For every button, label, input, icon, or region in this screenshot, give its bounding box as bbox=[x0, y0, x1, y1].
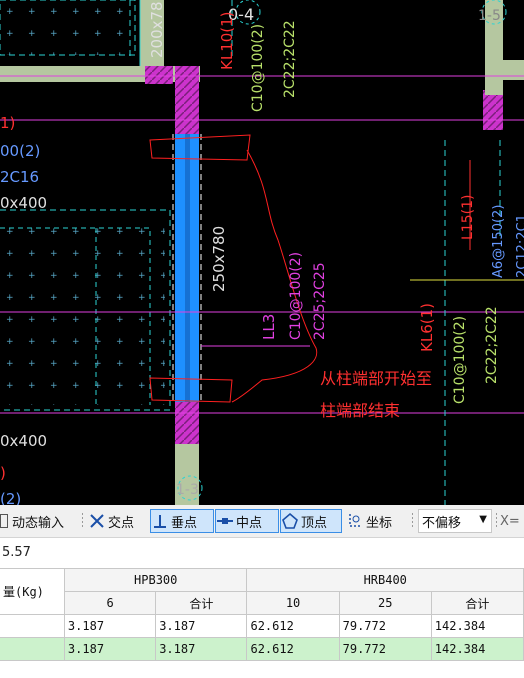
snap-midpoint-button[interactable]: 中点 bbox=[215, 509, 279, 533]
intersection-label: 交点 bbox=[108, 515, 135, 531]
table-header-row-1: 量(Kg) HPB300 HRB400 bbox=[0, 568, 524, 615]
label-kl6-stirrup: C10@100(2) bbox=[452, 316, 468, 404]
table-cell[interactable]: 79.772 bbox=[338, 614, 432, 638]
dynamic-input-icon bbox=[0, 514, 8, 528]
table-cell[interactable]: 142.384 bbox=[430, 637, 524, 661]
sub-header: 合计 bbox=[430, 591, 524, 615]
label-ll3-bars: 2C25;2C25 bbox=[312, 262, 328, 340]
label-column-top: 200x78 bbox=[148, 1, 166, 58]
chevron-down-icon: ▼ bbox=[479, 514, 487, 525]
offset-select[interactable]: 不偏移 ▼ bbox=[418, 509, 492, 533]
markup-curve bbox=[231, 149, 318, 403]
table-cell[interactable]: 3.187 bbox=[63, 637, 157, 661]
label-ll3-stirrup: C10@100(2) bbox=[288, 252, 304, 340]
label-left-1: 1) bbox=[0, 114, 15, 132]
label-left-5: 0x400 bbox=[0, 432, 47, 450]
label-kl6: KL6(1) bbox=[418, 303, 436, 352]
label-ll3: LL3 bbox=[260, 314, 278, 340]
table-cell[interactable]: 142.384 bbox=[430, 614, 524, 638]
table-row-selected[interactable]: 3.187 3.187 62.612 79.772 142.384 bbox=[0, 637, 524, 661]
label-l15-bars: 2C12;2C1 bbox=[515, 214, 524, 278]
label-left-7: (2) bbox=[0, 490, 21, 505]
column-a bbox=[145, 66, 173, 84]
x-coordinate-label: X= bbox=[500, 513, 520, 529]
rebar-weight-table: 量(Kg) HPB300 HRB400 6 合计 10 25 合计 3.187 … bbox=[0, 568, 524, 661]
table-cell[interactable]: 3.187 bbox=[155, 637, 248, 661]
rebar-weight-table-panel: 量(Kg) HPB300 HRB400 6 合计 10 25 合计 3.187 … bbox=[0, 568, 524, 678]
dynamic-input-toggle[interactable]: 动态输入 bbox=[0, 509, 74, 533]
grid-label-bottom: 1-3 bbox=[176, 482, 199, 498]
annotation-line-1: 从柱端部开始至 bbox=[320, 369, 432, 388]
cad-drawing-canvas[interactable]: + 0-4 1-5 1-3 KL10(1) C10@ bbox=[0, 0, 524, 505]
sub-header: 6 bbox=[63, 591, 157, 615]
slab-hatch-top-left bbox=[0, 0, 135, 55]
label-l15: L15(1) bbox=[460, 195, 476, 240]
snap-perpendicular-button[interactable]: 垂点 bbox=[150, 509, 214, 533]
perpendicular-icon bbox=[154, 515, 166, 528]
snap-coordinate-button[interactable]: 坐标 bbox=[346, 509, 406, 533]
label-kl10: KL10(1) bbox=[218, 11, 236, 70]
midpoint-label: 中点 bbox=[236, 515, 263, 531]
sub-header: 合计 bbox=[155, 591, 248, 615]
snap-vertex-button[interactable]: 顶点 bbox=[280, 509, 342, 533]
markup-top-box bbox=[149, 134, 251, 161]
label-kl6-bars: 2C22;2C22 bbox=[484, 306, 500, 384]
group-header-hpb300: HPB300 bbox=[63, 568, 248, 592]
grid-label-top-right: 1-5 bbox=[478, 8, 501, 24]
perpendicular-label: 垂点 bbox=[171, 515, 198, 531]
table-cell[interactable]: 79.772 bbox=[338, 637, 432, 661]
coordinate-label: 坐标 bbox=[366, 515, 393, 531]
table-row[interactable]: 3.187 3.187 62.612 79.772 142.384 bbox=[0, 614, 524, 638]
table-cell[interactable]: 62.612 bbox=[246, 614, 340, 638]
table-cell[interactable]: 3.187 bbox=[155, 614, 248, 638]
label-l15-stirrup: A6@150(2) bbox=[491, 205, 506, 278]
vertex-icon bbox=[282, 512, 298, 529]
offset-select-value: 不偏移 bbox=[422, 515, 462, 531]
weight-summary: 5.57 bbox=[0, 538, 524, 568]
snap-intersection-button[interactable]: 交点 bbox=[88, 509, 148, 533]
sub-header: 25 bbox=[338, 591, 432, 615]
table-header-row-2: 6 合计 10 25 合计 bbox=[0, 591, 524, 615]
intersection-icon bbox=[90, 514, 104, 528]
label-left-3: 2C16 bbox=[0, 168, 39, 186]
dynamic-input-label: 动态输入 bbox=[12, 515, 65, 531]
snap-toolbar: 动态输入 交点 垂点 中点 顶点 坐标 不偏移 ▼ X= bbox=[0, 505, 524, 538]
label-kl10-bars: 2C22;2C22 bbox=[282, 20, 298, 98]
label-left-2: 00(2) bbox=[0, 142, 40, 160]
table-cell[interactable]: 62.612 bbox=[246, 637, 340, 661]
group-header-hrb400: HRB400 bbox=[246, 568, 524, 592]
label-left-6: ) bbox=[0, 464, 6, 482]
midpoint-icon bbox=[217, 518, 233, 524]
label-beam-size: 250x780 bbox=[210, 226, 228, 292]
total-weight-value: 5.57 bbox=[2, 545, 31, 560]
column-right bbox=[483, 90, 503, 130]
sub-header: 10 bbox=[246, 591, 340, 615]
table-cell[interactable]: 3.187 bbox=[63, 614, 157, 638]
label-kl10-stirrup: C10@100(2) bbox=[250, 24, 266, 112]
weight-column-header: 量(Kg) bbox=[0, 568, 65, 615]
slab-hatch-left bbox=[0, 225, 165, 405]
cad-svg[interactable]: + 0-4 1-5 1-3 KL10(1) C10@ bbox=[0, 0, 524, 505]
vertex-label: 顶点 bbox=[301, 515, 328, 531]
annotation-line-2: 柱端部结束 bbox=[320, 401, 400, 420]
coordinate-icon bbox=[349, 514, 362, 527]
label-left-4: 0x400 bbox=[0, 194, 47, 212]
column-c bbox=[175, 402, 199, 444]
